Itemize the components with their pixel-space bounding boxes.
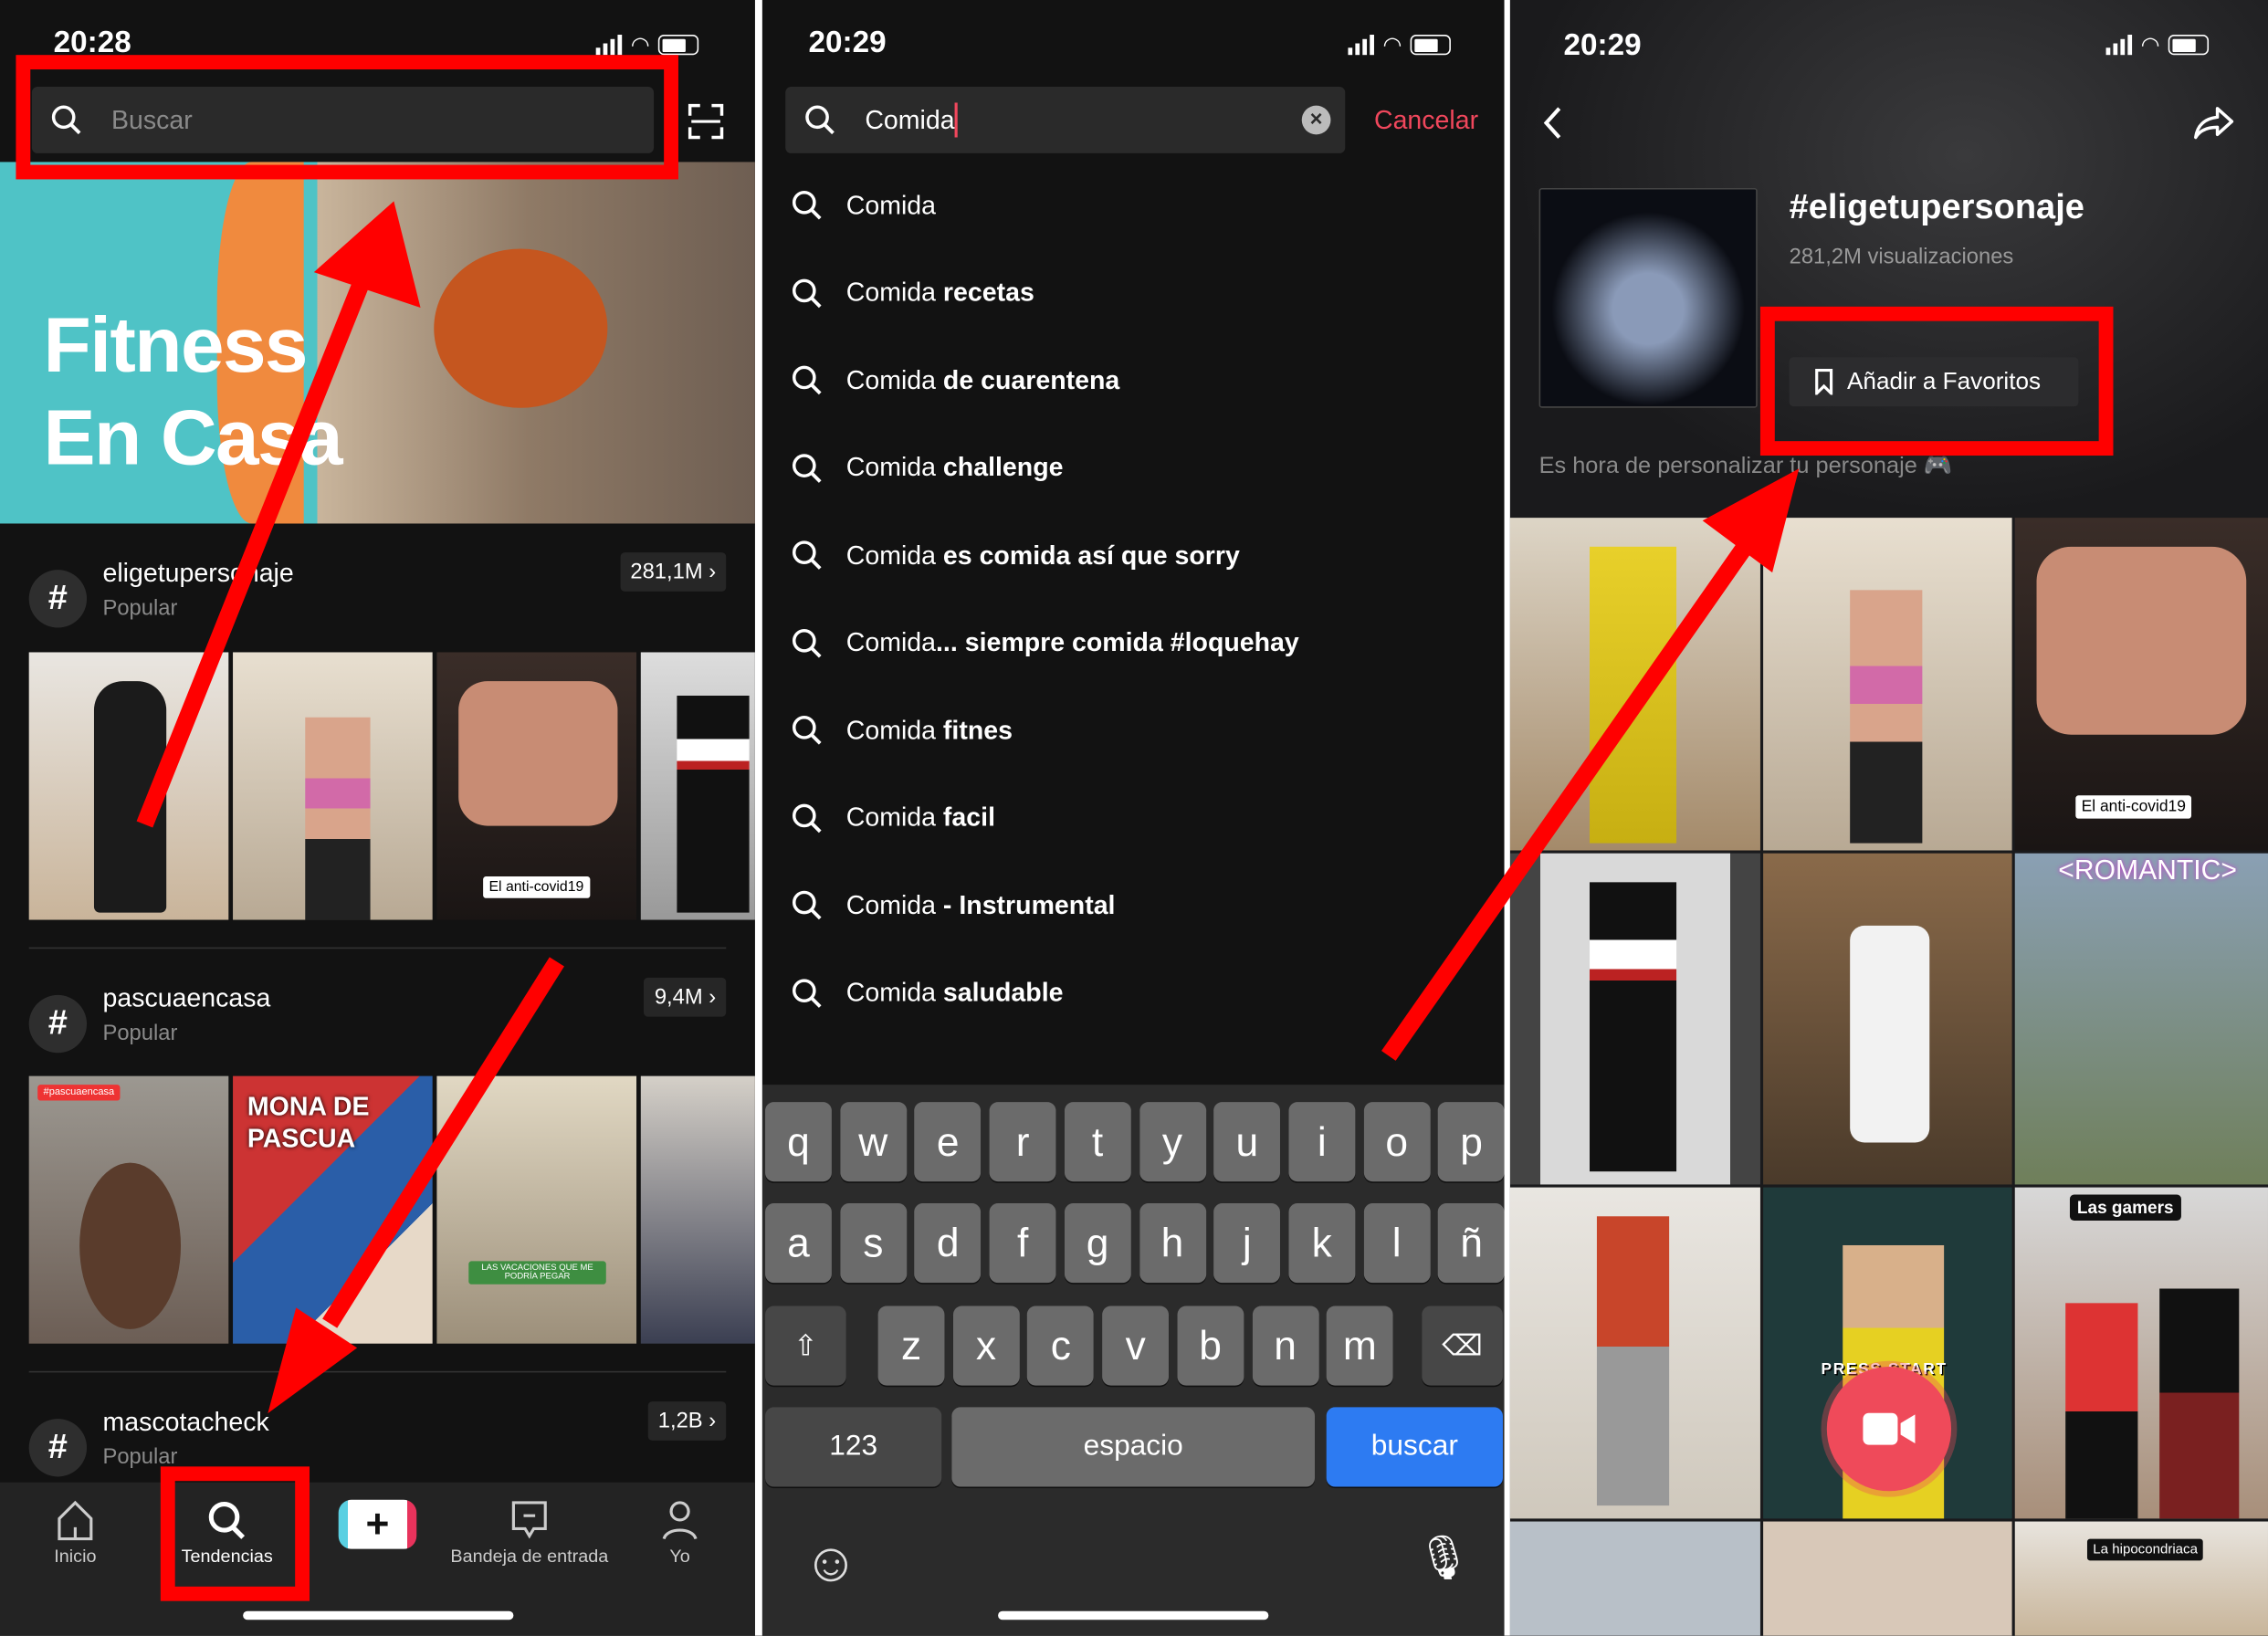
arrow-head <box>1702 468 1800 573</box>
arrow-head <box>268 1307 358 1414</box>
arrow-head <box>313 201 421 309</box>
arrow-to-tendencias <box>322 957 564 1328</box>
annotation-arrows <box>136 201 1800 1414</box>
screenshot-composite: 20:28 ◠ Buscar Fitness En Casa # eligetu… <box>0 0 2268 1636</box>
arrow-to-search <box>136 278 370 828</box>
arrow-to-favorites <box>1381 544 1750 1061</box>
